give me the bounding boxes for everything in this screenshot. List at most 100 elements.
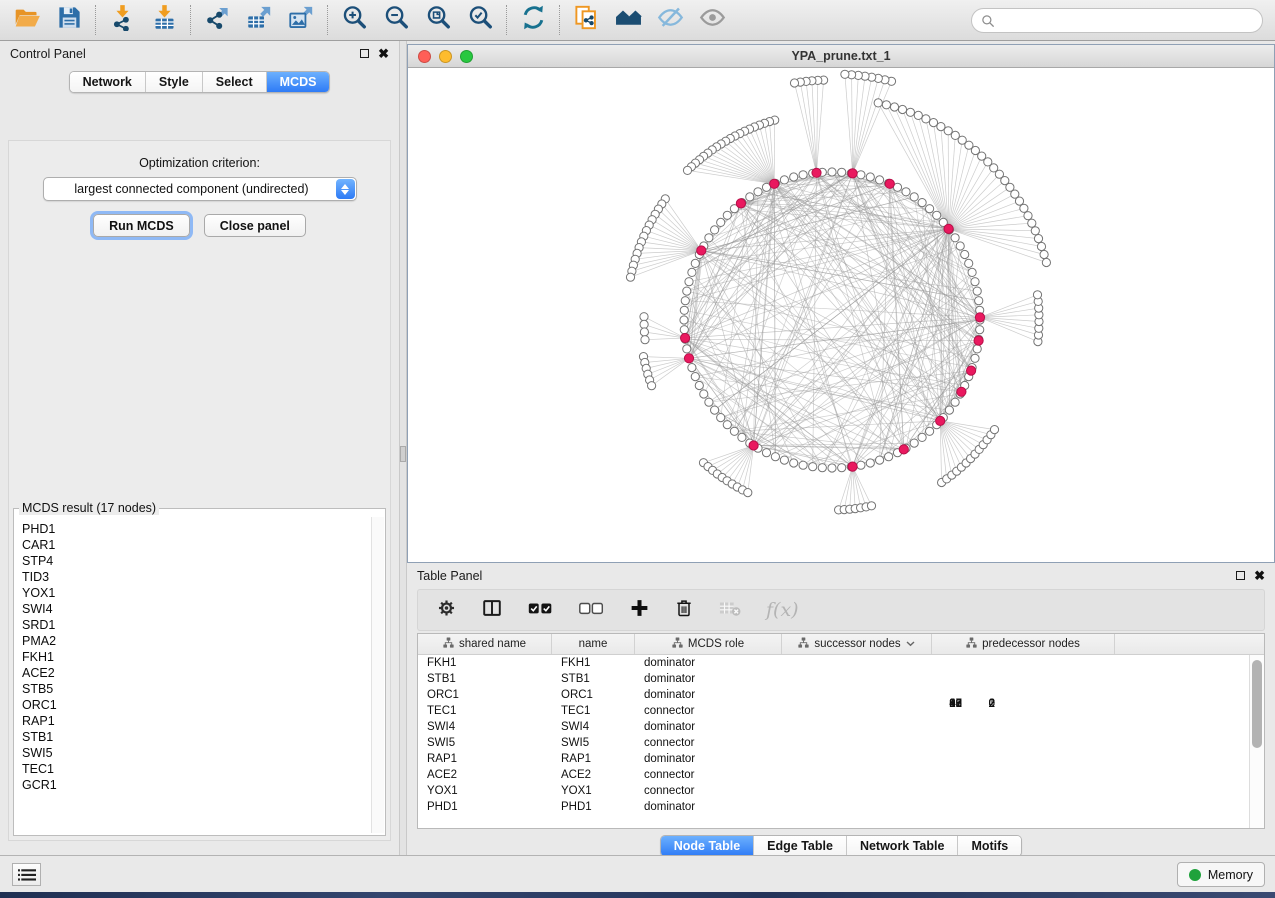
- tab-node-table[interactable]: Node Table: [661, 836, 754, 856]
- zoom-fit-button[interactable]: [417, 3, 459, 37]
- mcds-result-item[interactable]: TID3: [22, 569, 370, 585]
- duplicate-network-button[interactable]: [565, 3, 607, 37]
- window-close-button[interactable]: [418, 50, 431, 63]
- close-panel-button[interactable]: Close panel: [204, 214, 306, 237]
- cell-shared-name[interactable]: PHD1: [418, 799, 552, 815]
- cell-MCDS-role[interactable]: connector: [635, 783, 782, 799]
- task-list-button[interactable]: [12, 863, 41, 886]
- zoom-selected-button[interactable]: [459, 3, 501, 37]
- cell-shared-name[interactable]: ACE2: [418, 767, 552, 783]
- mcds-result-item[interactable]: SWI5: [22, 745, 370, 761]
- cell-shared-name[interactable]: SWI4: [418, 719, 552, 735]
- mcds-result-item[interactable]: GCR1: [22, 777, 370, 793]
- mcds-result-item[interactable]: RAP1: [22, 713, 370, 729]
- splitter-grip[interactable]: [400, 446, 406, 462]
- run-mcds-button[interactable]: Run MCDS: [93, 214, 190, 237]
- zoom-out-button[interactable]: [375, 3, 417, 37]
- refresh-layout-button[interactable]: [512, 3, 554, 37]
- cell-name[interactable]: PHD1: [552, 799, 635, 815]
- save-session-button[interactable]: [48, 3, 90, 37]
- cell-MCDS-role[interactable]: dominator: [635, 687, 782, 703]
- float-panel-icon[interactable]: [360, 49, 369, 58]
- cell-MCDS-role[interactable]: dominator: [635, 671, 782, 687]
- select-all-button[interactable]: [527, 597, 554, 624]
- cell-predecessor-nodes[interactable]: 0: [825, 696, 1008, 828]
- tab-select[interactable]: Select: [203, 72, 267, 92]
- tab-mcds[interactable]: MCDS: [267, 72, 330, 92]
- cell-shared-name[interactable]: ORC1: [418, 687, 552, 703]
- import-network-button[interactable]: [101, 3, 143, 37]
- mcds-result-item[interactable]: YOX1: [22, 585, 370, 601]
- add-column-button[interactable]: [629, 597, 650, 624]
- cell-shared-name[interactable]: STB1: [418, 671, 552, 687]
- show-all-button[interactable]: [691, 3, 733, 37]
- cell-name[interactable]: TEC1: [552, 703, 635, 719]
- cell-MCDS-role[interactable]: dominator: [635, 799, 782, 815]
- cell-shared-name[interactable]: RAP1: [418, 751, 552, 767]
- close-table-panel-icon[interactable]: ✖: [1254, 569, 1265, 582]
- optimization-criterion-dropdown[interactable]: largest connected component (undirected): [43, 177, 357, 201]
- mcds-result-item[interactable]: TEC1: [22, 761, 370, 777]
- export-table-button[interactable]: [238, 3, 280, 37]
- mcds-result-item[interactable]: STP4: [22, 553, 370, 569]
- table-row[interactable]: FKH1FKH1dominator962: [418, 655, 1249, 671]
- export-image-button[interactable]: [280, 3, 322, 37]
- result-list-scrollbar[interactable]: [371, 517, 384, 833]
- memory-button[interactable]: Memory: [1177, 862, 1265, 887]
- vertical-splitter[interactable]: [399, 41, 407, 855]
- first-neighbors-button[interactable]: [607, 3, 649, 37]
- cell-name[interactable]: RAP1: [552, 751, 635, 767]
- close-panel-icon[interactable]: ✖: [378, 47, 389, 60]
- column-header-MCDS-role[interactable]: MCDS role: [635, 634, 782, 654]
- zoom-in-button[interactable]: [333, 3, 375, 37]
- cell-MCDS-role[interactable]: dominator: [635, 751, 782, 767]
- mcds-result-item[interactable]: PHD1: [22, 521, 370, 537]
- mcds-result-item[interactable]: CAR1: [22, 537, 370, 553]
- table-row[interactable]: PHD1PHD1dominator180: [418, 799, 1249, 815]
- cell-shared-name[interactable]: YOX1: [418, 783, 552, 799]
- table-options-gear-button[interactable]: [436, 597, 457, 624]
- tab-motifs[interactable]: Motifs: [958, 836, 1021, 856]
- tab-network[interactable]: Network: [70, 72, 146, 92]
- cell-name[interactable]: SWI5: [552, 735, 635, 751]
- mcds-result-item[interactable]: SRD1: [22, 617, 370, 633]
- table-scrollbar-thumb[interactable]: [1252, 660, 1262, 748]
- export-network-button[interactable]: [196, 3, 238, 37]
- mcds-result-item[interactable]: STB1: [22, 729, 370, 745]
- float-table-panel-icon[interactable]: [1236, 571, 1245, 580]
- import-table-button[interactable]: [143, 3, 185, 37]
- tab-network-table[interactable]: Network Table: [847, 836, 959, 856]
- cell-shared-name[interactable]: TEC1: [418, 703, 552, 719]
- mcds-result-item[interactable]: ORC1: [22, 697, 370, 713]
- column-header-successor-nodes[interactable]: successor nodes: [782, 634, 932, 654]
- table-scrollbar[interactable]: [1249, 655, 1264, 828]
- cell-name[interactable]: YOX1: [552, 783, 635, 799]
- cell-name[interactable]: ORC1: [552, 687, 635, 703]
- tab-style[interactable]: Style: [146, 72, 203, 92]
- cell-MCDS-role[interactable]: connector: [635, 703, 782, 719]
- cell-MCDS-role[interactable]: connector: [635, 735, 782, 751]
- cell-shared-name[interactable]: SWI5: [418, 735, 552, 751]
- column-header-shared-name[interactable]: shared name: [418, 634, 552, 654]
- cell-name[interactable]: ACE2: [552, 767, 635, 783]
- window-zoom-button[interactable]: [460, 50, 473, 63]
- cell-name[interactable]: SWI4: [552, 719, 635, 735]
- column-header-predecessor-nodes[interactable]: predecessor nodes: [932, 634, 1115, 654]
- cell-name[interactable]: STB1: [552, 671, 635, 687]
- tab-edge-table[interactable]: Edge Table: [754, 836, 847, 856]
- panel-columns-button[interactable]: [481, 597, 503, 624]
- mcds-result-item[interactable]: PMA2: [22, 633, 370, 649]
- table-row[interactable]: STB1STB1dominator620: [418, 671, 1249, 687]
- open-file-button[interactable]: [6, 3, 48, 37]
- cell-shared-name[interactable]: FKH1: [418, 655, 552, 671]
- window-minimize-button[interactable]: [439, 50, 452, 63]
- cell-MCDS-role[interactable]: connector: [635, 767, 782, 783]
- mcds-result-item[interactable]: SWI4: [22, 601, 370, 617]
- deselect-all-button[interactable]: [578, 597, 605, 624]
- mcds-result-item[interactable]: ACE2: [22, 665, 370, 681]
- network-canvas[interactable]: [408, 68, 1274, 562]
- mcds-result-item[interactable]: FKH1: [22, 649, 370, 665]
- cell-MCDS-role[interactable]: dominator: [635, 719, 782, 735]
- search-input[interactable]: [1000, 14, 1253, 28]
- cell-name[interactable]: FKH1: [552, 655, 635, 671]
